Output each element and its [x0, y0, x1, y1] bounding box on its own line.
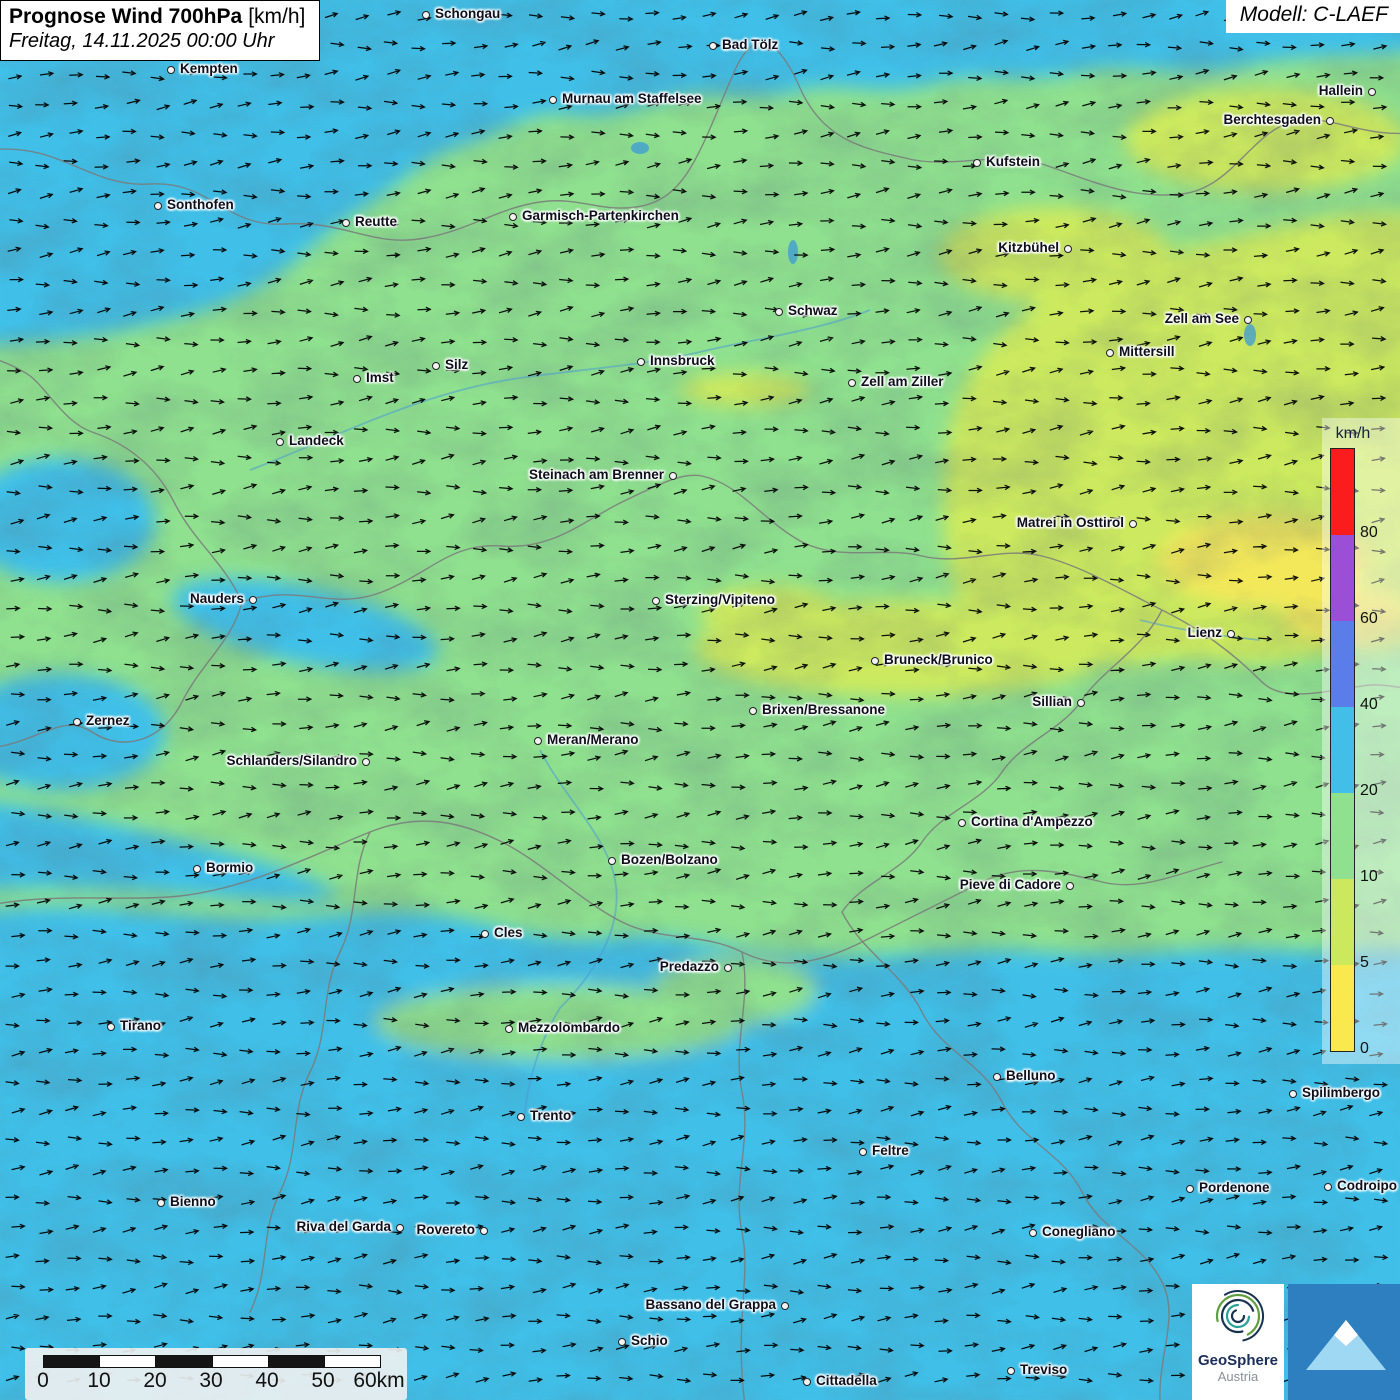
legend-tick-label: 20: [1360, 782, 1378, 800]
scale-tick-label: 20: [143, 1369, 166, 1393]
scale-stripe: [213, 1356, 269, 1367]
wind-forecast-page: SchongauBad TölzKemptenMurnau am Staffel…: [0, 0, 1400, 1400]
map-title-box: Prognose Wind 700hPa [km/h] Freitag, 14.1…: [0, 0, 320, 61]
scale-tick-label: 30: [199, 1369, 222, 1393]
legend-tick-label: 40: [1360, 696, 1378, 714]
legend-segment: [1331, 793, 1354, 879]
scale-stripe: [156, 1356, 212, 1367]
scale-stripe: [325, 1356, 380, 1367]
scale-tick-label: 40: [255, 1369, 278, 1393]
terrain-shading: [0, 0, 1400, 1400]
partner-logo: [1288, 1284, 1400, 1400]
legend-tick-label: 5: [1360, 954, 1369, 972]
scale-stripe: [100, 1356, 156, 1367]
scale-bar: 0 10 20 30 40 50 60km: [25, 1348, 407, 1400]
lake: [1244, 324, 1256, 346]
page-title-unit: [km/h]: [248, 5, 305, 28]
legend-segment: [1331, 879, 1354, 965]
geosphere-logo: GeoSphere Austria: [1192, 1284, 1284, 1400]
scale-stripe: [44, 1356, 100, 1367]
legend-segment: [1331, 621, 1354, 707]
scale-tick-label: 50: [311, 1369, 334, 1393]
page-title-line: Prognose Wind 700hPa [km/h]: [9, 5, 305, 29]
legend-tick-label: 80: [1360, 524, 1378, 542]
legend-segment: [1331, 449, 1354, 535]
wind-map: [0, 0, 1400, 1400]
legend-unit-label: km/h: [1322, 425, 1384, 443]
geosphere-swirl-icon: [1209, 1289, 1267, 1347]
scale-stripe: [269, 1356, 325, 1367]
legend-tick-label: 10: [1360, 868, 1378, 886]
model-label: Modell: C-LAEF: [1226, 0, 1400, 33]
legend-tick-label: 60: [1360, 610, 1378, 628]
lake: [788, 240, 798, 264]
brand-country: Austria: [1192, 1369, 1284, 1384]
legend: km/h 80 60 40 20 10 5 0: [1322, 418, 1400, 1064]
mountain-icon: [1288, 1284, 1400, 1400]
legend-tick-label: 0: [1360, 1040, 1369, 1058]
brand-name: GeoSphere: [1192, 1352, 1284, 1369]
lake: [631, 142, 649, 154]
legend-color-bar: [1330, 448, 1355, 1052]
legend-segment: [1331, 965, 1354, 1051]
legend-segment: [1331, 707, 1354, 793]
forecast-datetime: Freitag, 14.11.2025 00:00 Uhr: [9, 30, 305, 53]
scale-ruler: [43, 1355, 381, 1368]
scale-tick-label: 10: [87, 1369, 110, 1393]
scale-tick-label: 0: [37, 1369, 49, 1393]
page-title: Prognose Wind 700hPa: [9, 5, 242, 28]
legend-segment: [1331, 535, 1354, 621]
scale-tick-label: 60km: [353, 1369, 404, 1393]
